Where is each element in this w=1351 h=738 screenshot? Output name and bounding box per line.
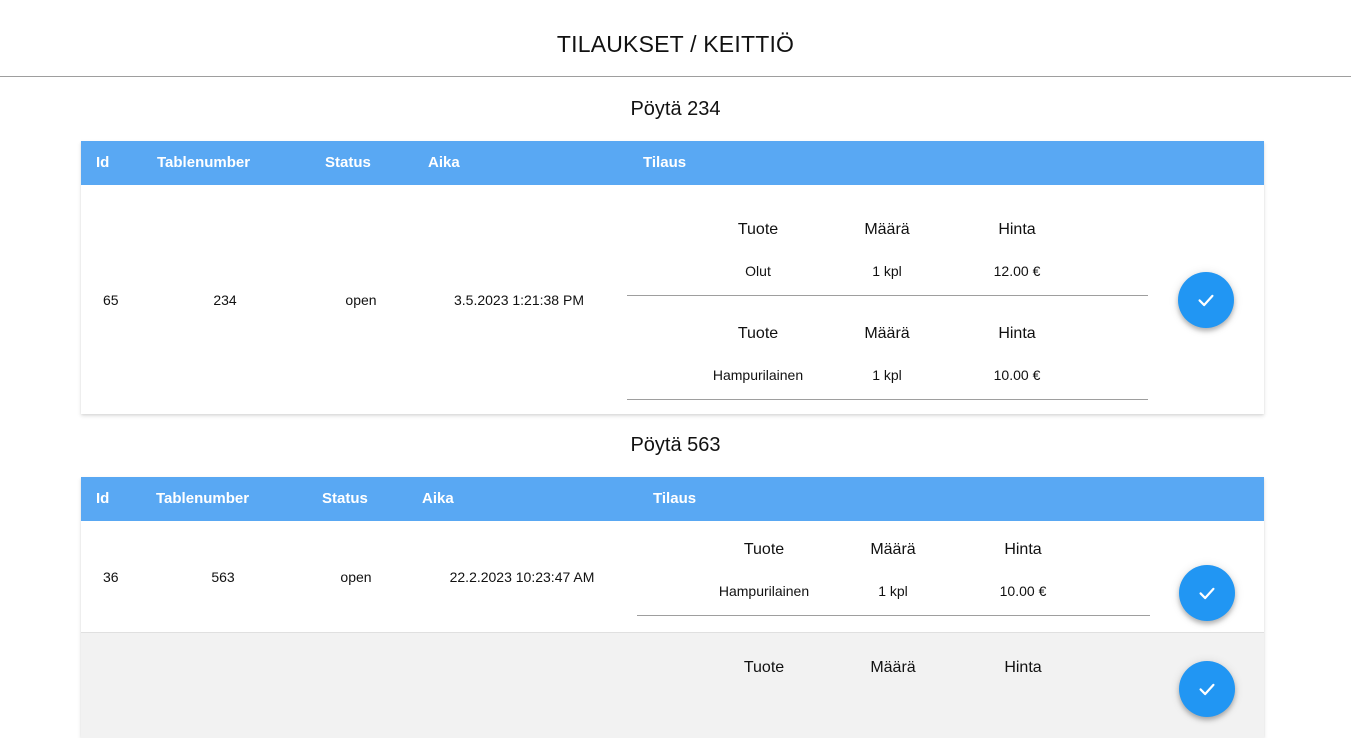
orders-table-563: Id Tablenumber Status Aika Tilaus 36 563… <box>81 477 1264 738</box>
order-item: Tuote Määrä Hinta Olut 1 kpl 12.00 € <box>627 191 1148 296</box>
item-quantity: 1 kpl <box>878 583 908 599</box>
table-header-row: Id Tablenumber Status Aika Tilaus <box>81 141 1264 185</box>
column-header-status: Status <box>322 490 368 507</box>
item-header-maara: Määrä <box>870 541 916 558</box>
item-header-hinta: Hinta <box>998 325 1036 342</box>
order-time: 3.5.2023 1:21:38 PM <box>454 292 584 308</box>
column-header-id: Id <box>96 154 110 171</box>
item-product: Hampurilainen <box>712 367 804 383</box>
column-header-status: Status <box>325 154 371 171</box>
check-icon <box>1198 294 1214 307</box>
order-item: Tuote Määrä Hinta Hampurilainen 1 kpl 10… <box>637 511 1150 616</box>
check-icon <box>1199 683 1215 696</box>
order-row: 36 563 open 22.2.2023 10:23:47 AM Tuote … <box>81 521 1264 632</box>
item-price: 10.00 € <box>999 583 1047 599</box>
item-header-maara: Määrä <box>864 325 910 342</box>
order-tablenumber: 234 <box>213 292 237 308</box>
page-header: TILAUKSET / KEITTIÖ <box>0 0 1351 77</box>
mark-done-button[interactable] <box>1179 565 1235 621</box>
item-price: 12.00 € <box>993 263 1041 279</box>
order-row: Tuote Määrä Hinta <box>81 632 1264 738</box>
column-header-tablenumber: Tablenumber <box>157 154 251 171</box>
item-product: Olut <box>745 263 771 279</box>
order-item: Tuote Määrä Hinta <box>637 629 1150 733</box>
item-product: Hampurilainen <box>718 583 810 599</box>
orders-table-234: Id Tablenumber Status Aika Tilaus 65 234… <box>81 141 1264 414</box>
order-status: open <box>345 292 377 308</box>
order-row: 65 234 open 3.5.2023 1:21:38 PM Tuote Mä… <box>81 185 1264 413</box>
column-header-tilaus: Tilaus <box>653 490 697 507</box>
order-id: 36 <box>103 569 119 585</box>
table-group-title: Pöytä 234 <box>630 98 721 120</box>
item-quantity: 1 kpl <box>872 263 902 279</box>
order-id: 65 <box>103 292 119 308</box>
item-header-hinta: Hinta <box>998 221 1036 238</box>
item-header-tuote: Tuote <box>743 541 785 558</box>
column-header-aika: Aika <box>422 490 454 507</box>
item-header-tuote: Tuote <box>743 659 785 676</box>
item-header-tuote: Tuote <box>737 221 779 238</box>
check-icon <box>1199 587 1215 600</box>
mark-done-button[interactable] <box>1179 661 1235 717</box>
mark-done-button[interactable] <box>1178 272 1234 328</box>
order-time: 22.2.2023 10:23:47 AM <box>449 569 595 585</box>
column-header-tilaus: Tilaus <box>643 154 687 171</box>
item-price: 10.00 € <box>993 367 1041 383</box>
order-status: open <box>340 569 372 585</box>
item-quantity: 1 kpl <box>872 367 902 383</box>
column-header-id: Id <box>96 490 110 507</box>
item-header-hinta: Hinta <box>1004 659 1042 676</box>
column-header-tablenumber: Tablenumber <box>156 490 250 507</box>
table-group-title: Pöytä 563 <box>630 434 721 456</box>
page-title: TILAUKSET / KEITTIÖ <box>556 30 795 57</box>
item-header-maara: Määrä <box>870 659 916 676</box>
column-header-aika: Aika <box>428 154 460 171</box>
order-item: Tuote Määrä Hinta Hampurilainen 1 kpl 10… <box>627 295 1148 400</box>
order-tablenumber: 563 <box>211 569 235 585</box>
item-header-maara: Määrä <box>864 221 910 238</box>
item-header-hinta: Hinta <box>1004 541 1042 558</box>
item-header-tuote: Tuote <box>737 325 779 342</box>
